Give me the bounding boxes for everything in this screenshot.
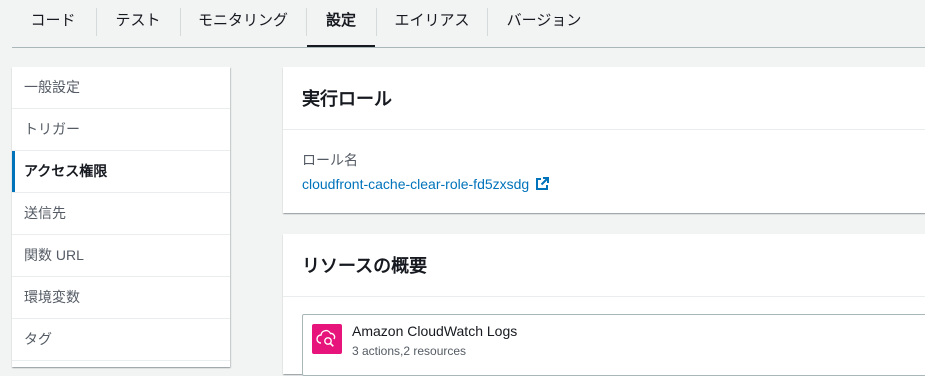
role-name-link[interactable]: cloudfront-cache-clear-role-fd5zxsdg <box>302 176 550 192</box>
cloudwatch-logs-icon <box>312 324 342 354</box>
resource-name: Amazon CloudWatch Logs <box>352 323 518 339</box>
settings-sidenav: 一般設定 トリガー アクセス権限 送信先 関数 URL 環境変数 タグ <box>12 67 230 367</box>
tab-settings[interactable]: 設定 <box>307 0 375 48</box>
tab-test[interactable]: テスト <box>108 0 168 47</box>
role-name-text: cloudfront-cache-clear-role-fd5zxsdg <box>302 176 530 192</box>
tab-versions[interactable]: バージョン <box>500 0 588 47</box>
tab-divider <box>487 8 488 36</box>
resource-detail: 3 actions,2 resources <box>352 344 467 358</box>
execution-role-header: 実行ロール <box>283 67 925 130</box>
sidenav-item-destinations[interactable]: 送信先 <box>12 193 230 235</box>
execution-role-title: 実行ロール <box>302 89 392 109</box>
tab-divider <box>96 8 97 36</box>
resource-summary-title: リソースの概要 <box>302 256 428 276</box>
execution-role-panel: 実行ロール ロール名 cloudfront-cache-clear-role-f… <box>283 67 925 213</box>
tab-bar: コード テスト モニタリング 設定 エイリアス バージョン <box>0 0 925 48</box>
sidenav-item-function-url[interactable]: 関数 URL <box>12 235 230 277</box>
resource-summary-panel: リソースの概要 Amazon CloudWatch Logs 3 actions… <box>283 234 925 376</box>
resource-card-cloudwatch-logs[interactable]: Amazon CloudWatch Logs 3 actions,2 resou… <box>302 314 925 376</box>
sidenav-item-triggers[interactable]: トリガー <box>12 109 230 151</box>
role-name-label: ロール名 <box>302 152 358 168</box>
sidenav-item-tags[interactable]: タグ <box>12 319 230 361</box>
sidenav-item-permissions[interactable]: アクセス権限 <box>12 151 230 193</box>
tab-underline <box>12 47 925 48</box>
external-link-icon <box>536 177 550 190</box>
resource-summary-header: リソースの概要 <box>283 234 925 297</box>
tab-divider <box>180 8 181 36</box>
tab-aliases[interactable]: エイリアス <box>388 0 476 47</box>
tab-monitoring[interactable]: モニタリング <box>194 0 292 47</box>
tab-divider <box>376 8 377 36</box>
sidenav-item-general[interactable]: 一般設定 <box>12 67 230 109</box>
sidenav-item-environment-variables[interactable]: 環境変数 <box>12 277 230 319</box>
tab-code[interactable]: コード <box>22 0 84 47</box>
